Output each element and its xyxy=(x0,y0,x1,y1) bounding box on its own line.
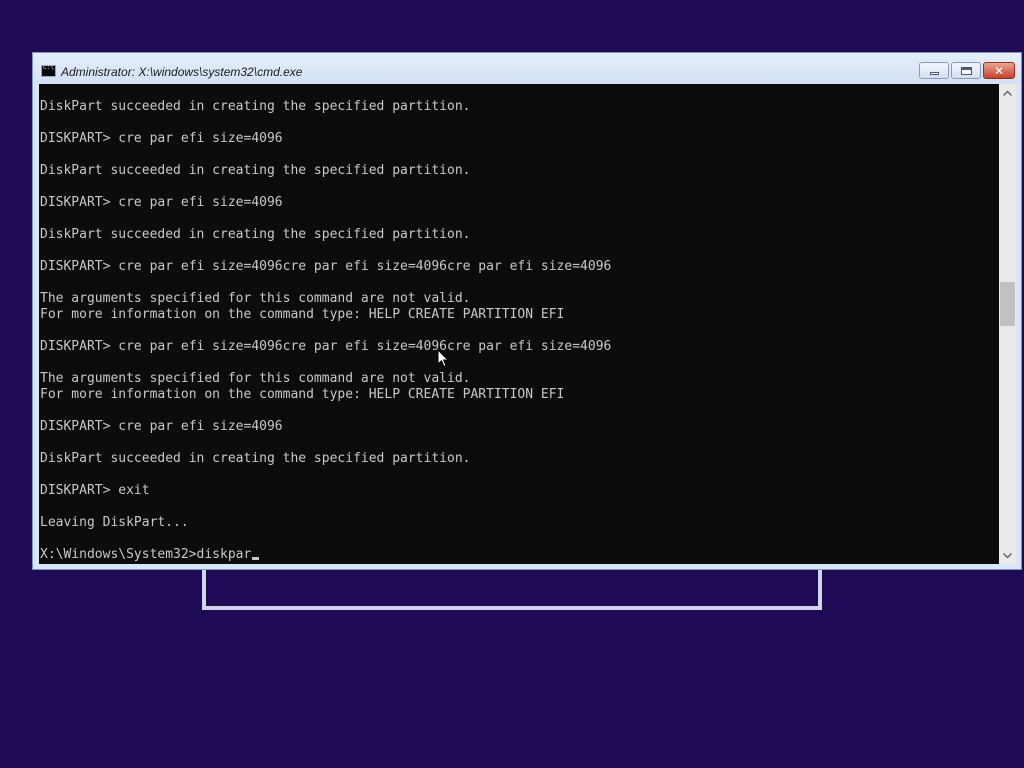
console-line: DiskPart succeeded in creating the speci… xyxy=(40,227,471,242)
console-line: DISKPART> exit xyxy=(40,483,150,498)
text-cursor xyxy=(252,557,260,560)
console-output[interactable]: DiskPart succeeded in creating the speci… xyxy=(39,84,999,564)
maximize-icon xyxy=(960,66,972,75)
console-line: Leaving DiskPart... xyxy=(40,515,189,530)
console-line: For more information on the command type… xyxy=(40,307,565,322)
minimize-icon xyxy=(929,71,939,75)
command-prompt-line[interactable]: X:\Windows\System32>diskpar xyxy=(40,547,611,563)
console-line: DiskPart succeeded in creating the speci… xyxy=(40,99,471,114)
scroll-thumb[interactable] xyxy=(1000,282,1015,326)
mouse-pointer-icon xyxy=(437,349,449,368)
console-line: For more information on the command type… xyxy=(40,387,565,402)
console-lines: DiskPart succeeded in creating the speci… xyxy=(40,99,611,563)
chevron-down-icon[interactable] xyxy=(999,547,1016,564)
close-button[interactable]: ✕ xyxy=(983,62,1015,79)
vertical-scrollbar[interactable] xyxy=(999,84,1016,564)
console-line: DISKPART> cre par efi size=4096cre par e… xyxy=(40,259,612,274)
command-input[interactable]: X:\Windows\System32>diskpar xyxy=(40,547,251,562)
close-icon: ✕ xyxy=(993,63,1005,78)
cmd-icon xyxy=(41,64,56,77)
minimize-button[interactable] xyxy=(919,62,949,79)
window-title: Administrator: X:\windows\system32\cmd.e… xyxy=(61,65,303,79)
console-line: DISKPART> cre par efi size=4096 xyxy=(40,419,283,434)
console-line: DISKPART> cre par efi size=4096 xyxy=(40,131,283,146)
chevron-up-icon[interactable] xyxy=(999,84,1016,101)
caption-buttons: ✕ xyxy=(919,62,1015,80)
desktop: Administrator: X:\windows\system32\cmd.e… xyxy=(0,0,1024,768)
console-line: DiskPart succeeded in creating the speci… xyxy=(40,163,471,178)
maximize-button[interactable] xyxy=(951,62,981,79)
console-line: DISKPART> cre par efi size=4096 xyxy=(40,195,283,210)
console-line: The arguments specified for this command… xyxy=(40,291,471,306)
console-line: DISKPART> cre par efi size=4096cre par e… xyxy=(40,339,612,354)
console-line: The arguments specified for this command… xyxy=(40,371,471,386)
console-line: DiskPart succeeded in creating the speci… xyxy=(40,451,471,466)
cmd-window[interactable]: Administrator: X:\windows\system32\cmd.e… xyxy=(32,52,1022,570)
title-bar[interactable]: Administrator: X:\windows\system32\cmd.e… xyxy=(33,53,1021,84)
